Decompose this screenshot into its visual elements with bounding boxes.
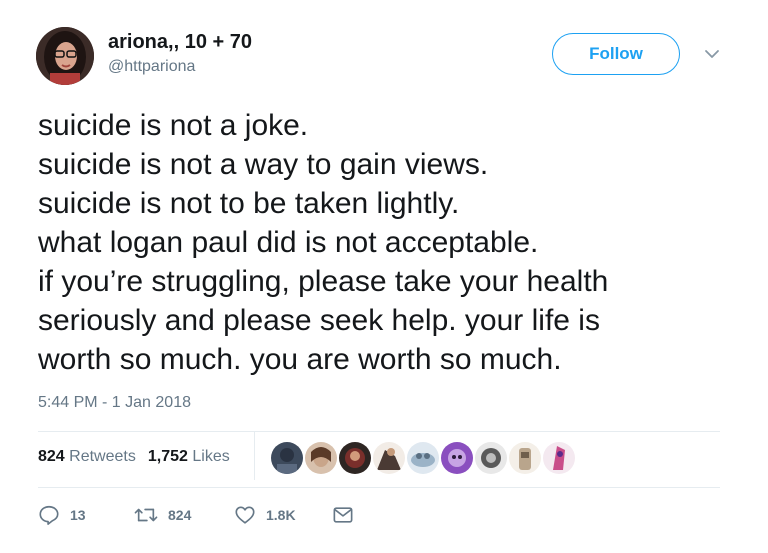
tweet-timestamp[interactable]: 5:44 PM - 1 Jan 2018 bbox=[38, 394, 191, 412]
retweet-count: 824 bbox=[168, 507, 192, 523]
liker-avatar[interactable] bbox=[270, 441, 304, 475]
reply-icon bbox=[39, 505, 59, 525]
avatar[interactable] bbox=[36, 27, 94, 85]
avatar-image bbox=[36, 27, 94, 85]
envelope-icon bbox=[333, 507, 353, 523]
liker-avatar[interactable] bbox=[542, 441, 576, 475]
like-button[interactable]: 1.8K bbox=[234, 503, 296, 527]
tweet-card: ariona,, 10 + 70 @httpariona Follow suic… bbox=[0, 0, 768, 553]
retweets-count: 824 bbox=[38, 448, 65, 465]
liker-avatar[interactable] bbox=[406, 441, 440, 475]
likes-label: Likes bbox=[192, 448, 230, 465]
tweet-line: seriously and please seek help. your lif… bbox=[38, 304, 600, 337]
follow-button-label: Follow bbox=[589, 44, 643, 63]
liker-avatar[interactable] bbox=[508, 441, 542, 475]
divider bbox=[38, 431, 720, 432]
tweet-text: suicide is not a joke. suicide is not a … bbox=[38, 106, 738, 379]
tweet-line: what logan paul did is not acceptable. bbox=[38, 226, 539, 259]
retweet-button[interactable]: 824 bbox=[134, 503, 191, 527]
liker-avatar[interactable] bbox=[372, 441, 406, 475]
user-info: ariona,, 10 + 70 @httpariona bbox=[108, 30, 252, 78]
stats-separator bbox=[254, 432, 255, 480]
follow-button[interactable]: Follow bbox=[552, 33, 680, 75]
user-handle[interactable]: @httpariona bbox=[108, 56, 252, 78]
tweet-line: suicide is not a way to gain views. bbox=[38, 148, 489, 181]
likes-count: 1,752 bbox=[147, 448, 188, 465]
likes-stat[interactable]: 1,752 Likes bbox=[148, 448, 230, 465]
tweet-line: suicide is not to be taken lightly. bbox=[38, 187, 460, 220]
liker-avatar[interactable] bbox=[474, 441, 508, 475]
tweet-stats: 824 Retweets 1,752 Likes bbox=[38, 448, 230, 466]
tweet-line: if you’re struggling, please take your h… bbox=[38, 265, 609, 298]
heart-icon bbox=[235, 506, 255, 524]
direct-message-button[interactable] bbox=[332, 503, 354, 527]
display-name[interactable]: ariona,, 10 + 70 bbox=[108, 30, 252, 54]
liker-avatar[interactable] bbox=[304, 441, 338, 475]
retweets-stat[interactable]: 824 Retweets bbox=[38, 448, 136, 465]
tweet-line: suicide is not a joke. bbox=[38, 109, 309, 142]
divider bbox=[38, 487, 720, 488]
like-count: 1.8K bbox=[266, 507, 296, 523]
reply-button[interactable]: 13 bbox=[38, 503, 86, 527]
tweet-line: worth so much. you are worth so much. bbox=[38, 343, 562, 376]
reply-count: 13 bbox=[70, 507, 86, 523]
liker-avatar[interactable] bbox=[440, 441, 474, 475]
retweet-icon bbox=[134, 508, 158, 522]
retweets-label: Retweets bbox=[69, 448, 136, 465]
liker-avatar[interactable] bbox=[338, 441, 372, 475]
chevron-down-icon[interactable] bbox=[704, 48, 720, 60]
